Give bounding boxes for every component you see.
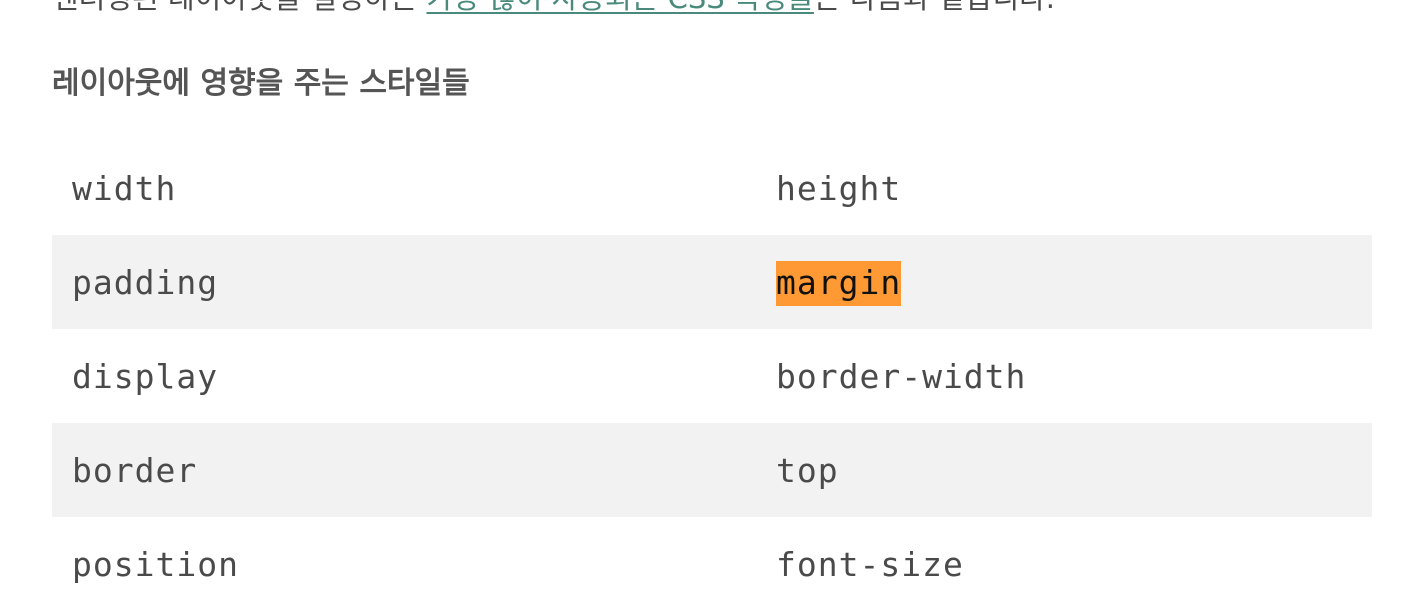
table-cell: position [72,544,239,584]
table-cell: padding [52,235,756,329]
layout-properties-table: width height padding margin display bord… [52,141,1372,592]
table-row: padding margin [52,235,1372,329]
table-row: position font-size [52,517,1372,592]
table-row: border top [52,423,1372,517]
table-row: width height [52,141,1372,235]
intro-paragraph: 렌더링된 레이아웃을 결정하는 가장 많이 사용되는 CSS 속성들은 다음과 … [52,0,1055,18]
table-cell: border-width [776,356,1027,396]
highlighted-property: margin [776,260,902,306]
table-cell: margin [756,235,1372,329]
table-cell: font-size [776,544,964,584]
intro-text-before: 렌더링된 레이아웃을 결정하는 [52,0,427,15]
table-row: display border-width [52,329,1372,423]
table-cell: width [72,168,177,208]
table-cell: display [72,356,219,396]
css-properties-link[interactable]: 가장 많이 사용되는 CSS 속성들 [427,0,814,15]
section-heading: 레이아웃에 영향을 주는 스타일들 [52,66,470,101]
table-cell: border [52,423,756,517]
table-cell: top [756,423,1372,517]
intro-text-after: 은 다음과 같습니다. [814,0,1055,15]
table-cell: height [776,168,902,208]
